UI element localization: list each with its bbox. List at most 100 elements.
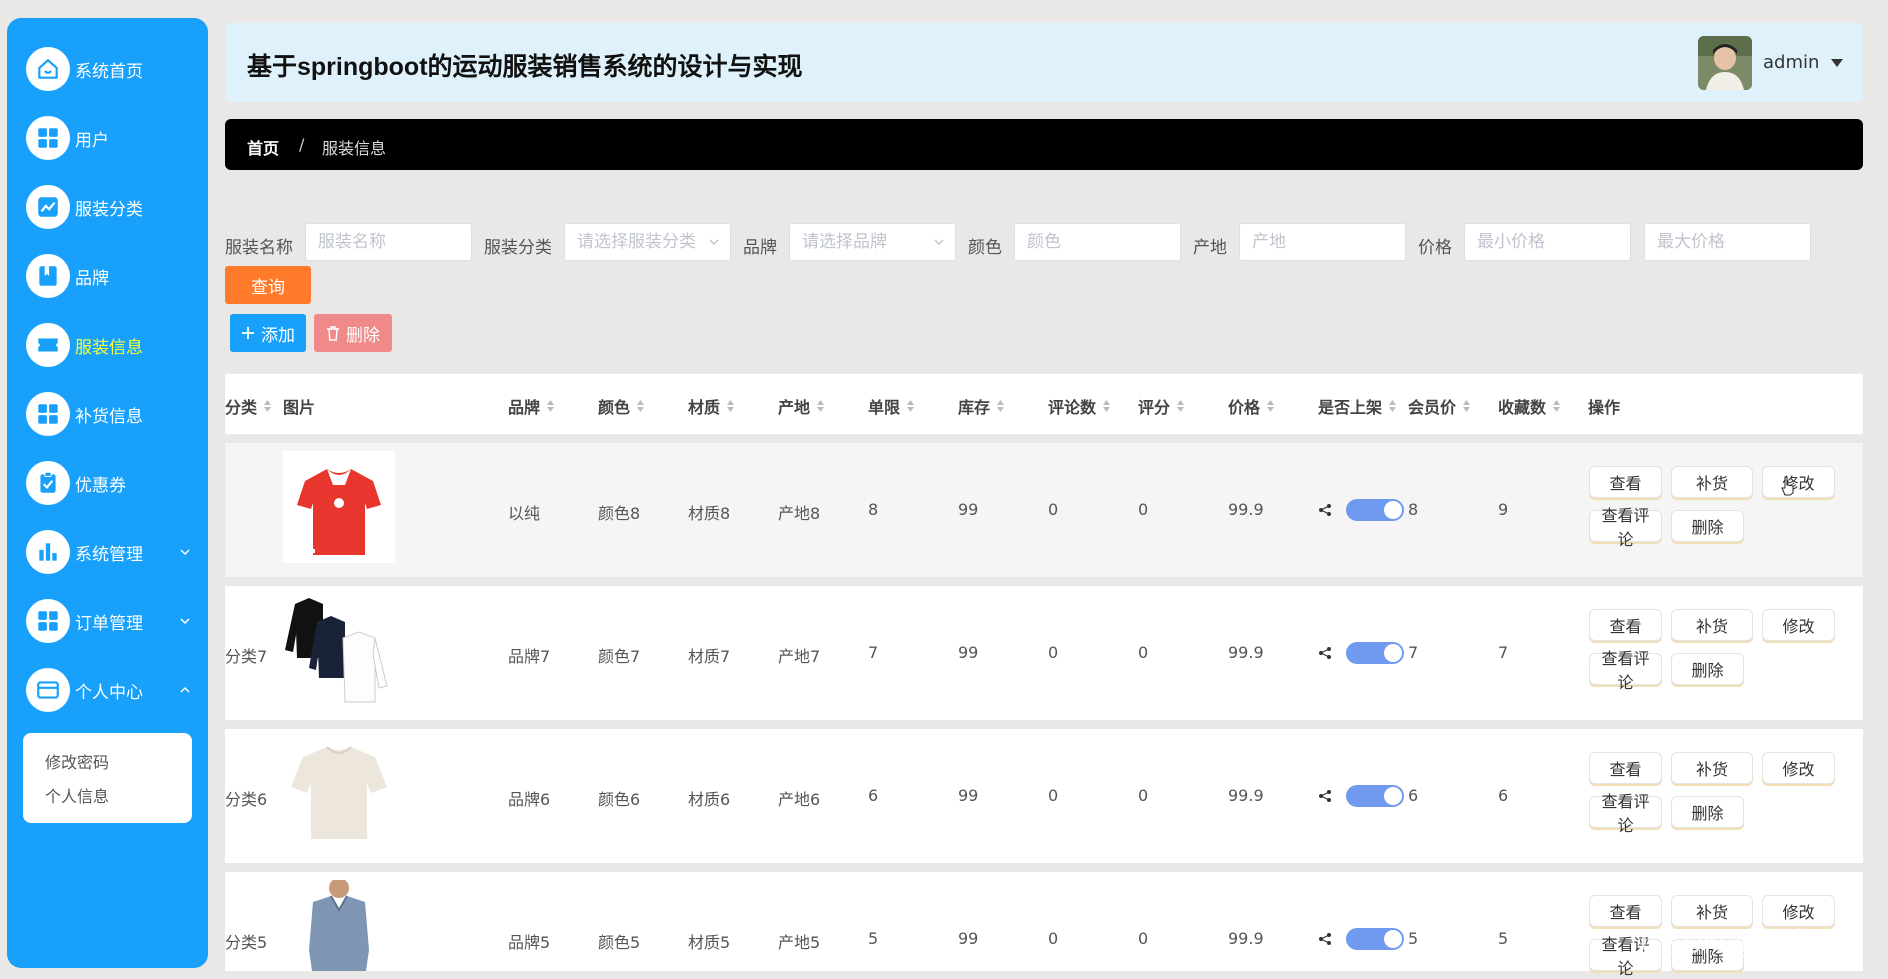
column-header-reviews[interactable]: 评论数: [1048, 394, 1111, 418]
sidebar-item-label: 服装分类: [75, 199, 143, 220]
column-header-material[interactable]: 材质: [688, 394, 735, 418]
color-input[interactable]: [1014, 223, 1181, 261]
cell-color: 颜色6: [598, 790, 641, 809]
column-header-label: 评分: [1138, 398, 1171, 417]
category-label: 服装分类: [484, 238, 552, 258]
origin-input[interactable]: [1239, 223, 1406, 261]
sidebar-item-category[interactable]: 服装分类: [7, 179, 208, 235]
cell-favorites: 6: [1498, 786, 1509, 805]
sort-icon: [1103, 400, 1111, 412]
column-header-category[interactable]: 分类: [225, 394, 272, 418]
chevron-down-icon: [934, 239, 944, 246]
cell-category: 分类7: [225, 647, 268, 666]
column-header-label: 库存: [958, 398, 991, 417]
avatar[interactable]: [1698, 36, 1752, 90]
column-header-limit[interactable]: 单限: [868, 394, 915, 418]
sort-icon: [637, 400, 645, 412]
ticket-icon: [26, 323, 70, 367]
column-header-on-sale[interactable]: 是否上架: [1318, 394, 1397, 418]
column-header-label: 收藏数: [1498, 398, 1547, 417]
name-input[interactable]: [305, 223, 472, 261]
cell-origin: 产地5: [778, 933, 821, 952]
product-image[interactable]: [283, 594, 395, 706]
row-delete-button[interactable]: 删除: [1671, 653, 1744, 685]
sidebar-item-personal[interactable]: 个人中心: [7, 662, 208, 718]
price-label: 价格: [1418, 238, 1452, 258]
on-sale-switch[interactable]: [1346, 928, 1404, 950]
product-image[interactable]: [283, 451, 395, 563]
table-row: 分类5 品牌5 颜色5 材质5 产地5 5 99 0 0 99.9 5 5 查看…: [225, 872, 1863, 978]
on-sale-switch[interactable]: [1346, 642, 1404, 664]
on-sale-switch[interactable]: [1346, 785, 1404, 807]
add-button-label: 添加: [261, 325, 295, 346]
sidebar-item-orders[interactable]: 订单管理: [7, 593, 208, 649]
grid-icon: [26, 116, 70, 160]
edit-button[interactable]: 修改: [1762, 752, 1835, 784]
sort-icon: [1553, 400, 1561, 412]
cell-member-price: 6: [1408, 786, 1419, 805]
sidebar-item-coupon[interactable]: 优惠券: [7, 455, 208, 511]
cell-category: 分类6: [225, 790, 268, 809]
user-name[interactable]: admin: [1763, 52, 1819, 73]
product-image[interactable]: [283, 880, 395, 971]
query-button[interactable]: 查询: [225, 266, 311, 304]
row-delete-button[interactable]: 删除: [1671, 510, 1744, 542]
add-button[interactable]: 添加: [230, 314, 306, 352]
delete-button[interactable]: 删除: [314, 314, 392, 352]
column-header-favorites[interactable]: 收藏数: [1498, 394, 1561, 418]
sort-icon: [997, 400, 1005, 412]
column-header-label: 单限: [868, 398, 901, 417]
cell-material: 材质6: [688, 790, 731, 809]
brand-label: 品牌: [743, 238, 777, 258]
chevron-down-icon: [180, 618, 190, 625]
view-reviews-button[interactable]: 查看评论: [1589, 506, 1662, 549]
view-button[interactable]: 查看: [1589, 752, 1662, 784]
cell-rating: 0: [1138, 643, 1149, 662]
breadcrumb-separator: /: [299, 135, 305, 154]
sidebar-item-restock[interactable]: 补货信息: [7, 386, 208, 442]
column-header-member-price[interactable]: 会员价: [1408, 394, 1471, 418]
on-sale-switch[interactable]: [1346, 499, 1404, 521]
cell-stock: 99: [958, 929, 979, 948]
cell-material: 材质7: [688, 647, 731, 666]
column-header-price[interactable]: 价格: [1228, 394, 1275, 418]
caret-down-icon[interactable]: [1830, 57, 1844, 69]
sidebar-item-system[interactable]: 系统管理: [7, 524, 208, 580]
restock-button[interactable]: 补货: [1671, 466, 1753, 498]
submenu-personal-info[interactable]: 个人信息: [45, 783, 109, 807]
watermark: CSDN @汤姆yu: [1640, 927, 1856, 960]
category-select[interactable]: 请选择服装分类: [564, 223, 731, 261]
restock-button[interactable]: 补货: [1671, 752, 1753, 784]
view-reviews-button[interactable]: 查看评论: [1589, 649, 1662, 692]
min-price-input[interactable]: [1464, 223, 1631, 261]
column-header-color[interactable]: 颜色: [598, 394, 645, 418]
product-image[interactable]: [283, 737, 395, 849]
column-header-brand[interactable]: 品牌: [508, 394, 555, 418]
column-header-origin[interactable]: 产地: [778, 394, 825, 418]
breadcrumb-home[interactable]: 首页: [247, 135, 279, 159]
column-header-stock[interactable]: 库存: [958, 394, 1005, 418]
view-reviews-button[interactable]: 查看评论: [1589, 792, 1662, 835]
restock-button[interactable]: 补货: [1671, 609, 1753, 641]
column-header-rating[interactable]: 评分: [1138, 394, 1185, 418]
sidebar-item-label: 系统管理: [75, 544, 143, 565]
cell-favorites: 7: [1498, 643, 1509, 662]
view-button[interactable]: 查看: [1589, 609, 1662, 641]
brand-select[interactable]: 请选择品牌: [789, 223, 956, 261]
view-button[interactable]: 查看: [1589, 466, 1662, 498]
row-delete-button[interactable]: 删除: [1671, 796, 1744, 828]
edit-button[interactable]: 修改: [1762, 466, 1835, 498]
sidebar-item-brand[interactable]: 品牌: [7, 248, 208, 304]
cell-material: 材质5: [688, 933, 731, 952]
max-price-input[interactable]: [1644, 223, 1811, 261]
submenu-change-password[interactable]: 修改密码: [45, 749, 109, 773]
column-header-label: 会员价: [1408, 398, 1457, 417]
sort-icon: [727, 400, 735, 412]
sidebar-item-clothing-info[interactable]: 服装信息: [7, 317, 208, 373]
sidebar-item-home[interactable]: 系统首页: [7, 41, 208, 97]
sidebar-item-users[interactable]: 用户: [7, 110, 208, 166]
edit-button[interactable]: 修改: [1762, 609, 1835, 641]
personal-submenu: 修改密码 个人信息: [23, 733, 192, 823]
cell-favorites: 9: [1498, 500, 1509, 519]
grid-icon: [26, 599, 70, 643]
